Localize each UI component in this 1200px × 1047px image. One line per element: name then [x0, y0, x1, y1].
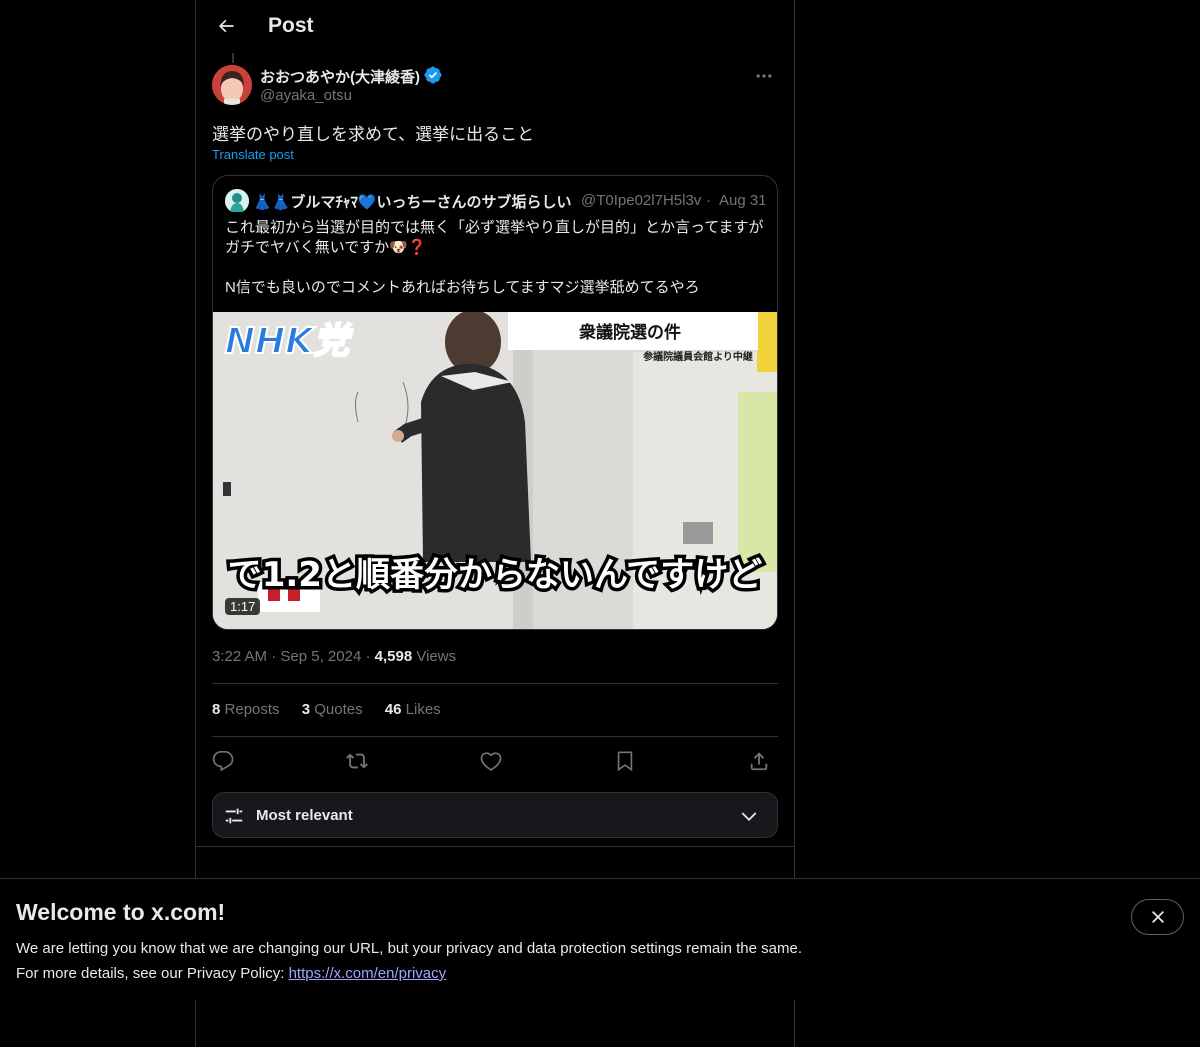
- author-name[interactable]: おおつあやか(大津綾香): [260, 66, 420, 87]
- reply-sort-dropdown[interactable]: Most relevant: [212, 792, 778, 838]
- like-icon: [480, 752, 502, 771]
- like-button[interactable]: [476, 746, 506, 776]
- close-banner-button[interactable]: [1131, 899, 1184, 935]
- banner-title: Welcome to x.com!: [16, 899, 226, 925]
- post-date[interactable]: Sep 5, 2024: [280, 648, 361, 665]
- likes-stat[interactable]: 46 Likes: [385, 701, 441, 718]
- video-thumbnail: 衆議院選の件 参議院議員会館より中継 NHK党 で1.2と順番分からないんですけ…: [213, 312, 777, 629]
- repost-button[interactable]: [342, 746, 372, 776]
- banner-body: We are letting you know that we are chan…: [16, 936, 802, 986]
- banner-line: For more details, see our Privacy Policy…: [16, 961, 802, 986]
- engagement-stats: 8 Reposts 3 Quotes 46 Likes: [212, 701, 459, 718]
- verified-badge-icon: [424, 66, 442, 84]
- quotes-stat[interactable]: 3 Quotes: [302, 701, 363, 718]
- post-meta: 3:22 AM · Sep 5, 2024 · 4,598 Views: [212, 648, 456, 665]
- share-button[interactable]: [744, 746, 774, 776]
- banner-line: We are letting you know that we are chan…: [16, 940, 802, 957]
- quotes-count: 3: [301, 701, 311, 718]
- separator-dot: ·: [271, 648, 281, 665]
- thread-line: [232, 53, 234, 63]
- separator-dot: ·: [706, 192, 711, 209]
- video-player[interactable]: 衆議院選の件 参議院議員会館より中継 NHK党 で1.2と順番分からないんですけ…: [213, 312, 777, 629]
- video-sign-sub: 参議院議員会館より中継: [643, 350, 753, 363]
- quoted-author-handle: @T0Ipe02l7H5l3v: [581, 192, 702, 209]
- reply-icon: [212, 751, 234, 772]
- reposts-stat[interactable]: 8 Reposts: [212, 701, 280, 718]
- repost-icon: [346, 753, 368, 769]
- avatar[interactable]: [212, 65, 252, 105]
- post-time[interactable]: 3:22 AM: [212, 648, 267, 665]
- privacy-policy-link[interactable]: https://x.com/en/privacy: [289, 965, 447, 982]
- bookmark-icon: [617, 751, 633, 772]
- quoted-author-name: 👗👗ブルマﾁｬﾏ💙いっちーさんのサブ垢らしい: [253, 194, 572, 211]
- more-icon: [756, 74, 772, 78]
- close-icon: [1151, 911, 1164, 923]
- views-label: Views: [416, 648, 457, 665]
- divider: [212, 683, 778, 684]
- reposts-count: 8: [212, 701, 221, 718]
- action-bar: [212, 744, 778, 778]
- banner-line-text: For more details, see our Privacy Policy…: [16, 965, 289, 982]
- likes-count: 46: [384, 701, 402, 718]
- video-logo: NHK党: [225, 321, 354, 362]
- back-button[interactable]: [208, 8, 244, 44]
- reply-button[interactable]: [208, 746, 238, 776]
- video-sign-title: 衆議院選の件: [579, 322, 681, 343]
- reposts-label: Reposts: [224, 701, 280, 718]
- divider: [196, 846, 794, 847]
- back-arrow-icon: [219, 19, 234, 33]
- welcome-banner: Welcome to x.com! We are letting you kno…: [0, 878, 1200, 1000]
- views-count: 4,598: [374, 648, 413, 665]
- share-icon: [750, 752, 768, 771]
- more-button[interactable]: [748, 64, 780, 88]
- chevron-down-icon: [741, 812, 757, 822]
- quoted-avatar: [225, 189, 249, 212]
- likes-label: Likes: [405, 701, 441, 718]
- quoted-post-header: 👗👗ブルマﾁｬﾏ💙いっちーさんのサブ垢らしい @T0Ipe02l7H5l3v ·…: [225, 188, 765, 212]
- quoted-post-date: Aug 31: [719, 192, 765, 209]
- post-text: 選挙のやり直しを求めて、選挙に出ること: [212, 125, 535, 144]
- separator-dot: ·: [365, 648, 375, 665]
- author-handle[interactable]: @ayaka_otsu: [260, 87, 352, 104]
- sort-label: Most relevant: [256, 807, 353, 824]
- quoted-post[interactable]: 👗👗ブルマﾁｬﾏ💙いっちーさんのサブ垢らしい @T0Ipe02l7H5l3v ·…: [212, 175, 778, 630]
- page-header: Post: [196, 0, 794, 53]
- bookmark-button[interactable]: [610, 746, 640, 776]
- video-caption: で1.2と順番分からないんですけど: [228, 555, 763, 595]
- video-duration-badge: 1:17: [225, 598, 261, 615]
- post-author: おおつあやか(大津綾香) @ayaka_otsu: [212, 64, 780, 108]
- sort-sliders-icon: [225, 808, 243, 824]
- quoted-post-text: これ最初から当選が目的では無く「必ず選挙やり直しが目的」とか言ってますがガチでヤ…: [225, 219, 764, 296]
- quotes-label: Quotes: [314, 701, 363, 718]
- translate-post-link[interactable]: Translate post: [212, 147, 294, 162]
- page-title: Post: [268, 14, 314, 37]
- divider: [212, 736, 778, 737]
